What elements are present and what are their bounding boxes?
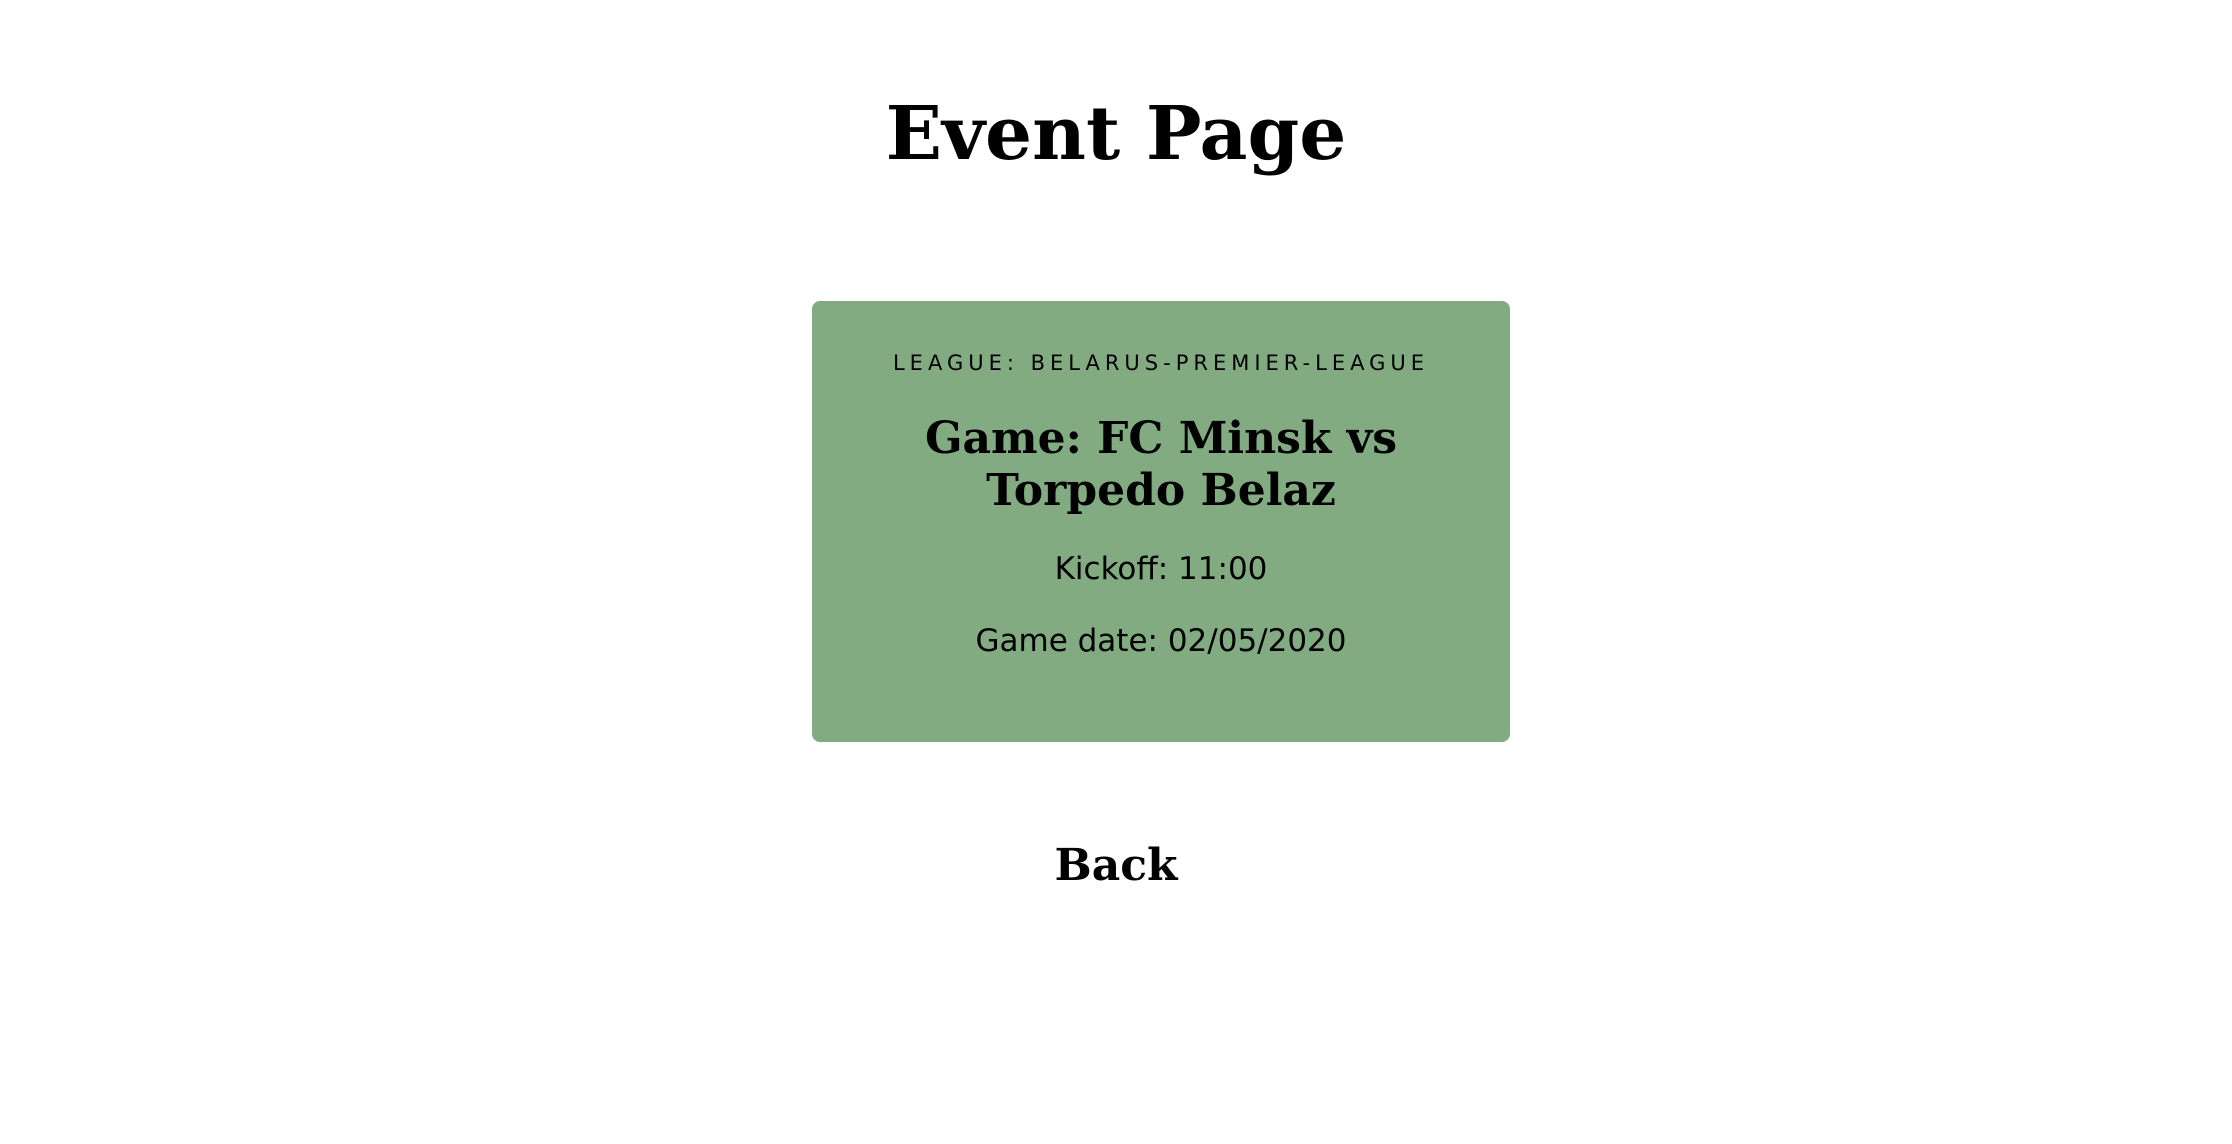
kickoff-time: Kickoff: 11:00 — [1054, 551, 1268, 587]
page-title: Event Page — [885, 91, 1347, 177]
league-label: LEAGUE: BELARUS-PREMIER-LEAGUE — [892, 351, 1430, 375]
event-page: Event Page LEAGUE: BELARUS-PREMIER-LEAGU… — [0, 0, 2232, 1144]
event-card: LEAGUE: BELARUS-PREMIER-LEAGUE Game: FC … — [812, 301, 1510, 742]
game-date: Game date: 02/05/2020 — [975, 623, 1347, 659]
game-title: Game: FC Minsk vs Torpedo Belaz — [924, 413, 1398, 516]
back-link[interactable]: Back — [1011, 838, 1221, 894]
